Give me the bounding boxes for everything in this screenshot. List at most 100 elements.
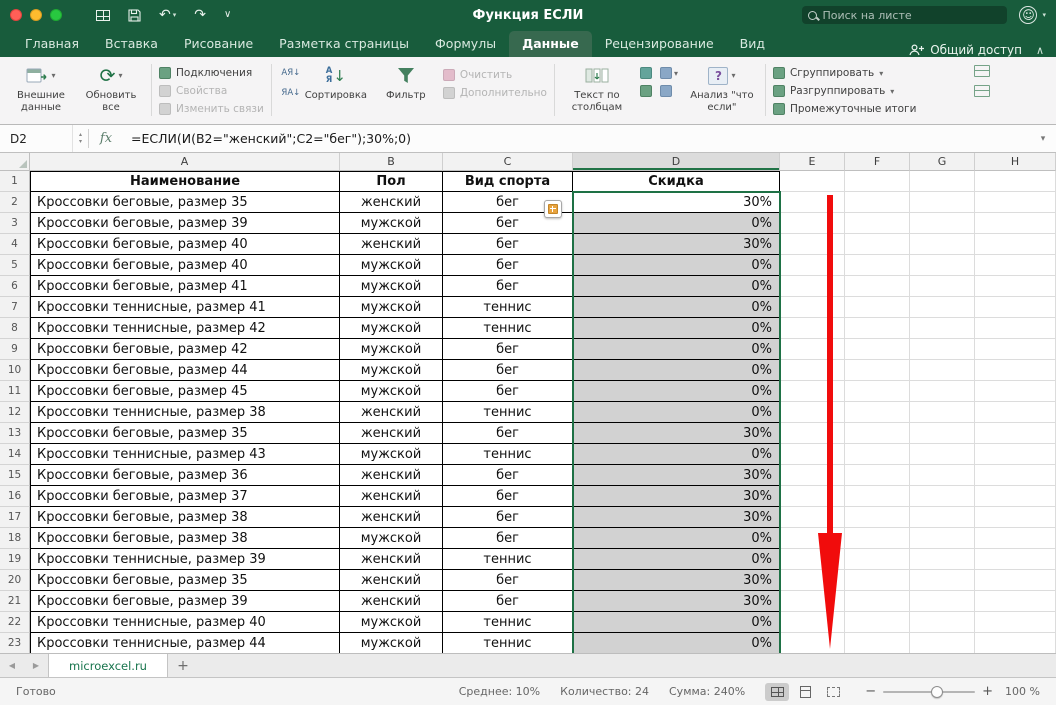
row-header-18[interactable]: 18 [0,528,30,549]
cell-discount[interactable]: 30% [573,570,780,591]
column-header-B[interactable]: B [340,153,443,171]
cell-empty[interactable] [780,444,845,465]
ribbon-tab-6[interactable]: Рецензирование [592,31,727,57]
name-box[interactable]: D2 [0,125,72,152]
row-header-3[interactable]: 3 [0,213,30,234]
cell-sport[interactable]: бег [443,570,573,591]
cell-empty[interactable] [975,192,1056,213]
cell-empty[interactable] [910,234,975,255]
name-box-stepper[interactable]: ▴ ▾ [72,125,88,152]
row-header-4[interactable]: 4 [0,234,30,255]
cell-name[interactable]: Кроссовки беговые, размер 41 [30,276,340,297]
cell-sport[interactable]: бег [443,591,573,612]
row-header-15[interactable]: 15 [0,465,30,486]
cell-empty[interactable] [780,591,845,612]
cell-gender[interactable]: женский [340,486,443,507]
row-header-5[interactable]: 5 [0,255,30,276]
cell-empty[interactable] [910,423,975,444]
cell-gender[interactable]: женский [340,402,443,423]
cell-empty[interactable] [975,276,1056,297]
cell-empty[interactable] [780,486,845,507]
cell-empty[interactable] [845,528,910,549]
cell-empty[interactable] [975,465,1056,486]
row-header-23[interactable]: 23 [0,633,30,653]
cell-empty[interactable] [975,507,1056,528]
cell-sport[interactable]: бег [443,528,573,549]
cell-discount[interactable]: 30% [573,192,780,213]
clear-filter-button[interactable]: Очистить [443,67,512,83]
cell-empty[interactable] [975,318,1056,339]
cell-sport[interactable]: бег [443,255,573,276]
ribbon-tab-0[interactable]: Главная [12,31,92,57]
cell-empty[interactable] [780,402,845,423]
cell-gender[interactable]: мужской [340,444,443,465]
cell-empty[interactable] [910,276,975,297]
cell-empty[interactable] [845,549,910,570]
cell-empty[interactable] [845,276,910,297]
cell-discount[interactable]: 30% [573,465,780,486]
cell-empty[interactable] [780,612,845,633]
ribbon-collapse-icon[interactable]: ∧ [1036,44,1044,57]
cell-empty[interactable] [845,234,910,255]
cell-sport[interactable]: теннис [443,633,573,653]
cell-name[interactable]: Кроссовки беговые, размер 40 [30,234,340,255]
cell-empty[interactable] [975,213,1056,234]
cell-sport[interactable]: бег [443,234,573,255]
cell-gender[interactable]: мужской [340,381,443,402]
cell-discount[interactable]: 0% [573,276,780,297]
subtotal-button[interactable]: Промежуточные итоги [773,101,916,117]
sort-descending-button[interactable]: ЯА↓ [279,85,303,100]
cell-empty[interactable] [910,360,975,381]
cell-empty[interactable] [975,339,1056,360]
sort-button[interactable]: А Я ↓ Сортировка [303,61,369,102]
cell-empty[interactable] [910,255,975,276]
redo-icon[interactable]: ↷ [194,8,206,22]
row-header-19[interactable]: 19 [0,549,30,570]
filter-button[interactable]: Фильтр [373,61,439,102]
cell-gender[interactable]: женский [340,591,443,612]
text-to-columns-button[interactable]: Текст по столбцам [562,61,632,114]
cell-gender[interactable]: мужской [340,633,443,653]
cell-name[interactable]: Кроссовки беговые, размер 44 [30,360,340,381]
header-cell-name[interactable]: Наименование [30,171,340,192]
row-header-9[interactable]: 9 [0,339,30,360]
cell-empty[interactable] [845,339,910,360]
ribbon-tab-1[interactable]: Вставка [92,31,171,57]
cell-name[interactable]: Кроссовки беговые, размер 38 [30,528,340,549]
cell-empty[interactable] [910,318,975,339]
cell-sport[interactable]: бег [443,339,573,360]
cell-empty[interactable] [780,171,845,192]
ungroup-button[interactable]: Разгруппировать ▾ [773,83,894,99]
cell-empty[interactable] [975,612,1056,633]
cell-discount[interactable]: 0% [573,297,780,318]
row-header-2[interactable]: 2 [0,192,30,213]
cell-name[interactable]: Кроссовки теннисные, размер 42 [30,318,340,339]
close-window-button[interactable] [10,9,22,21]
cell-discount[interactable]: 0% [573,528,780,549]
column-header-G[interactable]: G [910,153,975,171]
row-header-6[interactable]: 6 [0,276,30,297]
cell-empty[interactable] [845,486,910,507]
cell-empty[interactable] [780,213,845,234]
cell-sport[interactable]: бег [443,423,573,444]
cell-name[interactable]: Кроссовки теннисные, размер 38 [30,402,340,423]
column-header-A[interactable]: A [30,153,340,171]
formula-bar-expand-icon[interactable]: ▾ [1030,125,1056,152]
cell-empty[interactable] [910,171,975,192]
row-header-11[interactable]: 11 [0,381,30,402]
cell-name[interactable]: Кроссовки беговые, размер 35 [30,423,340,444]
cell-empty[interactable] [780,192,845,213]
row-header-7[interactable]: 7 [0,297,30,318]
cell-empty[interactable] [780,318,845,339]
cell-gender[interactable]: мужской [340,213,443,234]
row-header-10[interactable]: 10 [0,360,30,381]
cell-gender[interactable]: женский [340,234,443,255]
ribbon-tab-2[interactable]: Рисование [171,31,266,57]
cell-name[interactable]: Кроссовки теннисные, размер 43 [30,444,340,465]
row-header-14[interactable]: 14 [0,444,30,465]
cell-empty[interactable] [845,423,910,444]
cell-empty[interactable] [780,570,845,591]
minimize-window-button[interactable] [30,9,42,21]
cell-empty[interactable] [910,633,975,653]
cell-name[interactable]: Кроссовки беговые, размер 45 [30,381,340,402]
